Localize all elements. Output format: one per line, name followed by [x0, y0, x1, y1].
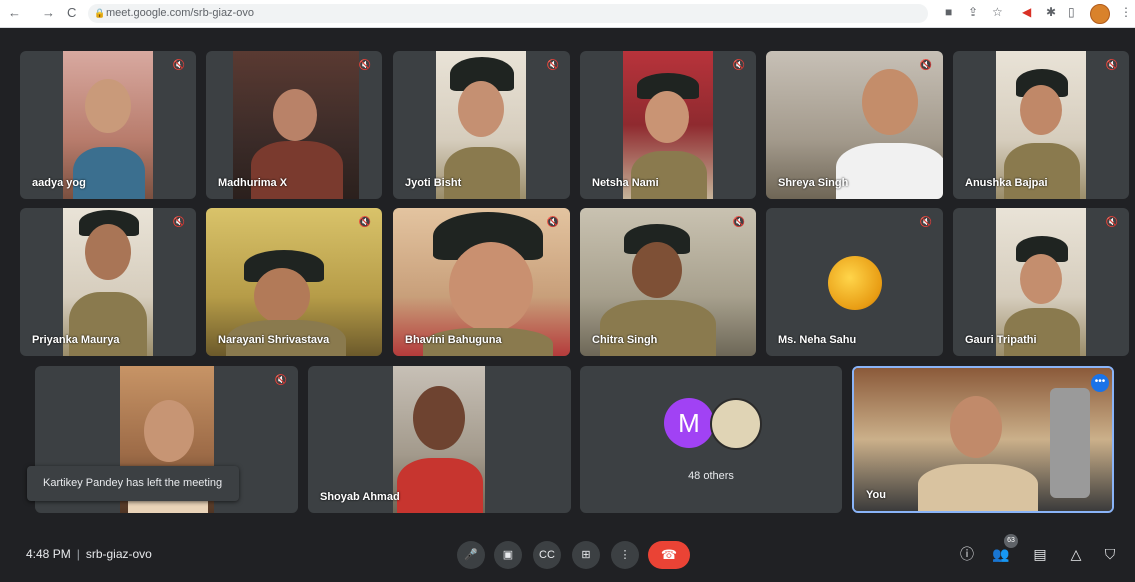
divider: |	[76, 547, 80, 561]
participant-tile[interactable]: 🔇 Priyanka Maurya	[20, 208, 196, 356]
lock-icon: 🔒	[94, 8, 106, 18]
side-panel-icon[interactable]: ▯	[1068, 5, 1075, 19]
participant-name: Chitra Singh	[592, 334, 658, 346]
mic-off-icon: 🔇	[919, 60, 933, 71]
clock-time: 4:48 PM	[26, 547, 71, 561]
captions-button[interactable]: CC	[533, 541, 561, 569]
participant-name: Shreya Singh	[778, 177, 849, 189]
camera-status-icon[interactable]: ■	[945, 5, 952, 19]
meeting-details-icon[interactable]: ⓘ	[957, 544, 977, 564]
host-controls-icon[interactable]: ⛉	[1100, 544, 1120, 564]
participant-name: Bhavini Bahuguna	[405, 334, 502, 346]
address-bar[interactable]: 🔒 meet.google.com/srb-giaz-ovo	[88, 4, 928, 23]
chat-icon[interactable]: ▤	[1030, 544, 1050, 564]
participant-name: aadya yog	[32, 177, 86, 189]
mic-off-icon: 🔇	[546, 217, 560, 228]
participant-name: Priyanka Maurya	[32, 334, 120, 346]
others-tile[interactable]	[580, 366, 842, 513]
participant-tile[interactable]: 🔇 Chitra Singh	[580, 208, 756, 356]
mic-button[interactable]: 🎤	[457, 541, 485, 569]
participant-name: Shoyab Ahmad	[320, 491, 400, 503]
participant-name: Narayani Shrivastava	[218, 334, 330, 346]
trophy	[1050, 388, 1090, 498]
participant-name: Jyoti Bisht	[405, 177, 462, 189]
others-count-label: 48 others	[688, 470, 734, 482]
leave-call-button[interactable]: ☎	[648, 541, 690, 569]
participant-name: Gauri Tripathi	[965, 334, 1037, 346]
present-button[interactable]: ⊞	[572, 541, 600, 569]
back-icon[interactable]: ←	[8, 5, 21, 20]
notification-toast: Kartikey Pandey has left the meeting	[27, 466, 239, 501]
participant-tile[interactable]: 🔇 Shreya Singh	[766, 51, 943, 199]
mic-off-icon: 🔇	[919, 217, 933, 228]
bookmark-star-icon[interactable]: ☆	[992, 5, 1003, 19]
mic-off-icon: 🔇	[732, 60, 746, 71]
self-video	[854, 368, 1112, 511]
meeting-code: srb-giaz-ovo	[85, 547, 152, 561]
reload-icon[interactable]: C	[67, 5, 76, 20]
self-view-tile[interactable]: You	[852, 366, 1114, 513]
mic-off-icon: 🔇	[274, 375, 288, 386]
mic-off-icon: 🔇	[732, 217, 746, 228]
activities-icon[interactable]: △	[1066, 544, 1086, 564]
participant-tile[interactable]: 🔇 aadya yog	[20, 51, 196, 199]
forward-icon[interactable]: →	[42, 5, 55, 20]
participant-name: Netsha Nami	[592, 177, 659, 189]
participant-video	[393, 366, 485, 513]
participant-name: Ms. Neha Sahu	[778, 334, 857, 346]
mic-off-icon: 🔇	[546, 60, 560, 71]
camera-button[interactable]: ▣	[494, 541, 522, 569]
more-options-button[interactable]: ⋮	[611, 541, 639, 569]
participant-tile[interactable]: 🔇 Gauri Tripathi	[953, 208, 1129, 356]
participant-tile[interactable]: 🔇 Madhurima X	[206, 51, 382, 199]
mic-off-icon: 🔇	[172, 60, 186, 71]
extension-megaphone-icon[interactable]: ◀	[1022, 5, 1031, 19]
mic-off-icon: 🔇	[1105, 217, 1119, 228]
extensions-puzzle-icon[interactable]: ✱	[1046, 5, 1056, 19]
participant-tile[interactable]: 🔇 Narayani Shrivastava	[206, 208, 382, 356]
others-avatar-photo	[710, 398, 762, 450]
people-count-badge: 63	[1004, 534, 1018, 548]
mic-off-icon: 🔇	[358, 217, 372, 228]
participant-avatar	[828, 256, 882, 310]
browser-toolbar: ← → C 🔒 meet.google.com/srb-giaz-ovo ■ ⇪…	[0, 0, 1135, 28]
more-options-icon[interactable]: •••	[1091, 374, 1109, 392]
mic-off-icon: 🔇	[1105, 60, 1119, 71]
mic-off-icon: 🔇	[172, 217, 186, 228]
participant-name: You	[866, 489, 886, 501]
browser-menu-icon[interactable]: ⋮	[1120, 5, 1132, 19]
participant-tile[interactable]: 🔇 Jyoti Bisht	[393, 51, 570, 199]
participant-name: Madhurima X	[218, 177, 288, 189]
profile-avatar[interactable]	[1090, 4, 1110, 24]
mic-off-icon: 🔇	[358, 60, 372, 71]
participant-name: Anushka Bajpai	[965, 177, 1048, 189]
meeting-info: 4:48 PM | srb-giaz-ovo	[26, 547, 152, 561]
participant-tile[interactable]: 🔇 Netsha Nami	[580, 51, 756, 199]
participant-tile[interactable]: 🔇 Anushka Bajpai	[953, 51, 1129, 199]
participant-tile[interactable]: 🔇 Ms. Neha Sahu	[766, 208, 943, 356]
url-text: meet.google.com/srb-giaz-ovo	[106, 7, 254, 19]
participant-tile[interactable]: Shoyab Ahmad	[308, 366, 571, 513]
participant-tile[interactable]: 🔇 Bhavini Bahuguna	[393, 208, 570, 356]
others-avatar-initial: M	[664, 398, 714, 448]
share-icon[interactable]: ⇪	[968, 5, 978, 19]
